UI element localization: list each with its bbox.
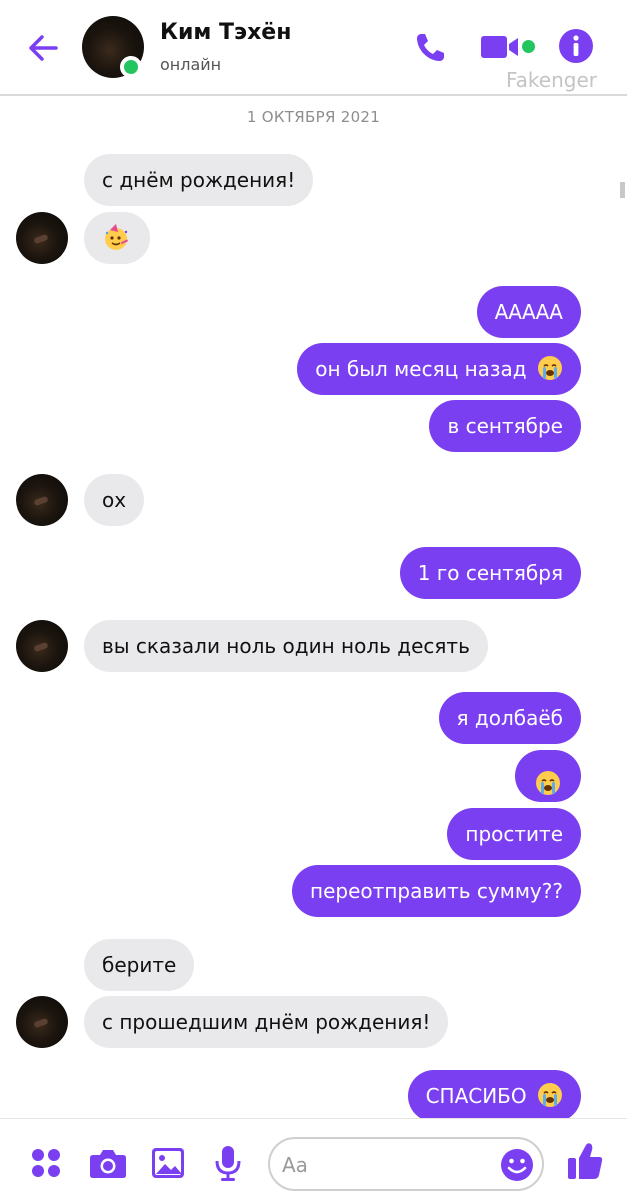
message-text: переотправить сумму?? — [310, 879, 563, 903]
message-outgoing[interactable]: в сентябре — [429, 400, 581, 452]
message-text: берите — [102, 953, 177, 977]
microphone-icon[interactable] — [214, 1145, 242, 1181]
phone-icon[interactable] — [412, 30, 448, 66]
message-outgoing[interactable]: я долбаёб — [438, 692, 581, 744]
message-text: я долбаёб — [456, 706, 563, 730]
party-face-icon — [105, 224, 129, 250]
message-outgoing[interactable]: переотправить сумму?? — [292, 865, 581, 917]
message-text: вы сказали ноль один ноль десять — [102, 634, 470, 658]
message-text: простите — [465, 822, 563, 846]
online-status-dot — [120, 56, 142, 78]
sender-avatar[interactable] — [16, 620, 68, 672]
message-incoming[interactable]: берите — [84, 939, 195, 991]
contact-name[interactable]: Ким Тэхён — [160, 20, 291, 45]
message-outgoing[interactable]: он был месяц назад — [297, 343, 581, 395]
contact-status: онлайн — [160, 55, 222, 74]
message-outgoing[interactable]: простите — [447, 808, 581, 860]
image-icon[interactable] — [151, 1147, 185, 1179]
message-incoming[interactable] — [84, 212, 150, 264]
date-separator: 1 ОКТЯБРЯ 2021 — [246, 108, 381, 126]
message-text: СПАСИБО — [425, 1084, 527, 1108]
message-text: в сентябре — [447, 414, 563, 438]
crying-face-icon — [537, 1075, 563, 1107]
crying-face-icon — [535, 763, 561, 795]
message-incoming[interactable]: ох — [84, 474, 145, 526]
message-outgoing[interactable]: СПАСИБО — [407, 1070, 581, 1122]
camera-icon[interactable] — [89, 1147, 127, 1179]
grid-dots-icon[interactable] — [30, 1147, 62, 1179]
message-input[interactable]: Aa — [268, 1137, 544, 1191]
message-outgoing[interactable] — [515, 750, 581, 802]
message-text: он был месяц назад — [315, 357, 527, 381]
smiley-icon[interactable] — [500, 1148, 534, 1182]
message-outgoing[interactable]: 1 го сентября — [399, 547, 581, 599]
message-input-placeholder: Aa — [282, 1153, 308, 1177]
message-text: 1 го сентября — [417, 561, 563, 585]
message-text: ох — [102, 488, 127, 512]
composer-bar: Aa — [0, 1118, 627, 1200]
message-text: ААААА — [494, 300, 563, 324]
sender-avatar[interactable] — [16, 212, 68, 264]
sender-avatar[interactable] — [16, 996, 68, 1048]
message-incoming[interactable]: с прошедшим днём рождения! — [84, 996, 449, 1048]
message-incoming[interactable]: с днём рождения! — [84, 154, 314, 206]
sender-avatar[interactable] — [16, 474, 68, 526]
info-icon[interactable] — [558, 28, 594, 64]
chat-header: Ким Тэхён онлайн Fakenger — [0, 0, 627, 96]
crying-face-icon — [537, 348, 563, 380]
scrollbar[interactable] — [620, 182, 625, 198]
message-outgoing[interactable]: ААААА — [476, 286, 581, 338]
message-text: с днём рождения! — [102, 168, 296, 192]
arrow-left-icon[interactable] — [22, 26, 66, 70]
video-camera-icon[interactable] — [480, 32, 520, 62]
video-active-dot — [522, 40, 535, 53]
message-incoming[interactable]: вы сказали ноль один ноль десять — [84, 620, 488, 672]
thumbs-up-icon[interactable] — [566, 1141, 604, 1181]
watermark: Fakenger — [506, 68, 597, 92]
message-text: с прошедшим днём рождения! — [102, 1010, 431, 1034]
